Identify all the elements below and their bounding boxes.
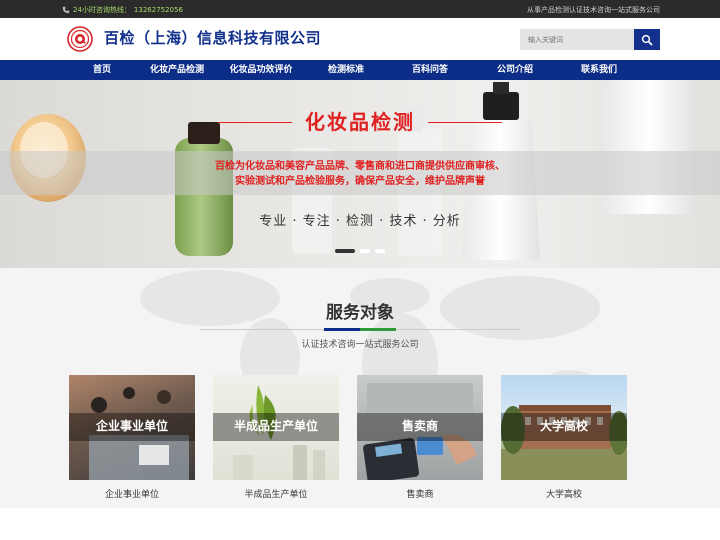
nav-item-efficacy-evaluation[interactable]: 化妆品功效评价 — [217, 60, 305, 80]
card-overlay-label: 企业事业单位 — [95, 419, 168, 433]
services-subtitle: 认证技术咨询一站式服务公司 — [301, 340, 419, 350]
nav-item-test-standards[interactable]: 检测标准 — [305, 60, 387, 80]
banner-description-line2: 实验测试和产品检验服务，确保产品安全，维护品牌声誉 — [235, 176, 485, 187]
search-icon — [641, 34, 653, 46]
slider-dot-3[interactable] — [375, 249, 385, 253]
nav-item-cosmetics-testing[interactable]: 化妆产品检测 — [137, 60, 217, 80]
main-nav: 首页 化妆产品检测 化妆品功效评价 检测标准 百科问答 公司介绍 联系我们 — [0, 60, 720, 80]
slider-dot-2[interactable] — [360, 249, 370, 253]
hotline-number[interactable]: 13262752056 — [134, 6, 183, 14]
search-button[interactable] — [634, 29, 660, 50]
page-bottom — [0, 508, 720, 540]
card-overlay-label: 售卖商 — [401, 419, 438, 433]
slider-dots — [335, 249, 385, 253]
card-caption[interactable]: 企业事业单位 — [69, 487, 195, 500]
services-title: 服务对象 — [326, 303, 394, 323]
nav-item-home[interactable]: 首页 — [67, 60, 137, 80]
hotline-label: 24小时咨询热线： — [73, 6, 131, 14]
service-card-retailer[interactable]: 售卖商 — [357, 375, 483, 480]
company-name[interactable]: 百检（上海）信息科技有限公司 — [104, 27, 321, 48]
nav-item-about[interactable]: 公司介绍 — [473, 60, 557, 80]
service-card-university[interactable]: 大学高校 — [501, 375, 627, 480]
hotline: 24小时咨询热线： 13262752056 — [62, 5, 183, 15]
slider-dot-1[interactable] — [335, 249, 355, 253]
banner-description-line1: 百检为化妆品和美容产品品牌、零售商和进口商提供供应商审核、 — [215, 161, 505, 172]
banner-description: 百检为化妆品和美容产品品牌、零售商和进口商提供供应商审核、 实验测试和产品检验服… — [0, 159, 720, 189]
banner-title: 化妆品检测 — [305, 110, 415, 134]
search-input[interactable] — [520, 29, 634, 50]
card-overlay-label: 大学高校 — [539, 419, 588, 433]
card-overlay-label: 半成品生产单位 — [233, 419, 318, 433]
company-logo[interactable] — [67, 26, 93, 52]
card-caption[interactable]: 大学高校 — [501, 487, 627, 500]
card-caption[interactable]: 半成品生产单位 — [213, 487, 339, 500]
banner-tagline: 专业 · 专注 · 检测 · 技术 · 分析 — [259, 214, 461, 229]
hero-banner[interactable]: 化妆品检测 百检为化妆品和美容产品品牌、零售商和进口商提供供应商审核、 实验测试… — [0, 80, 720, 268]
services-divider-accent — [324, 328, 396, 331]
nav-item-faq[interactable]: 百科问答 — [387, 60, 473, 80]
top-bar: 24小时咨询热线： 13262752056 从事产品检测认证技术咨询一站式服务公… — [0, 0, 720, 18]
service-card-enterprise[interactable]: 企业事业单位 — [69, 375, 195, 480]
top-slogan: 从事产品检测认证技术咨询一站式服务公司 — [527, 6, 660, 14]
service-card-semi-finished[interactable]: 半成品生产单位 — [213, 375, 339, 480]
search-box — [520, 29, 660, 50]
card-caption[interactable]: 售卖商 — [357, 487, 483, 500]
phone-icon — [62, 6, 70, 14]
nav-item-contact[interactable]: 联系我们 — [557, 60, 641, 80]
